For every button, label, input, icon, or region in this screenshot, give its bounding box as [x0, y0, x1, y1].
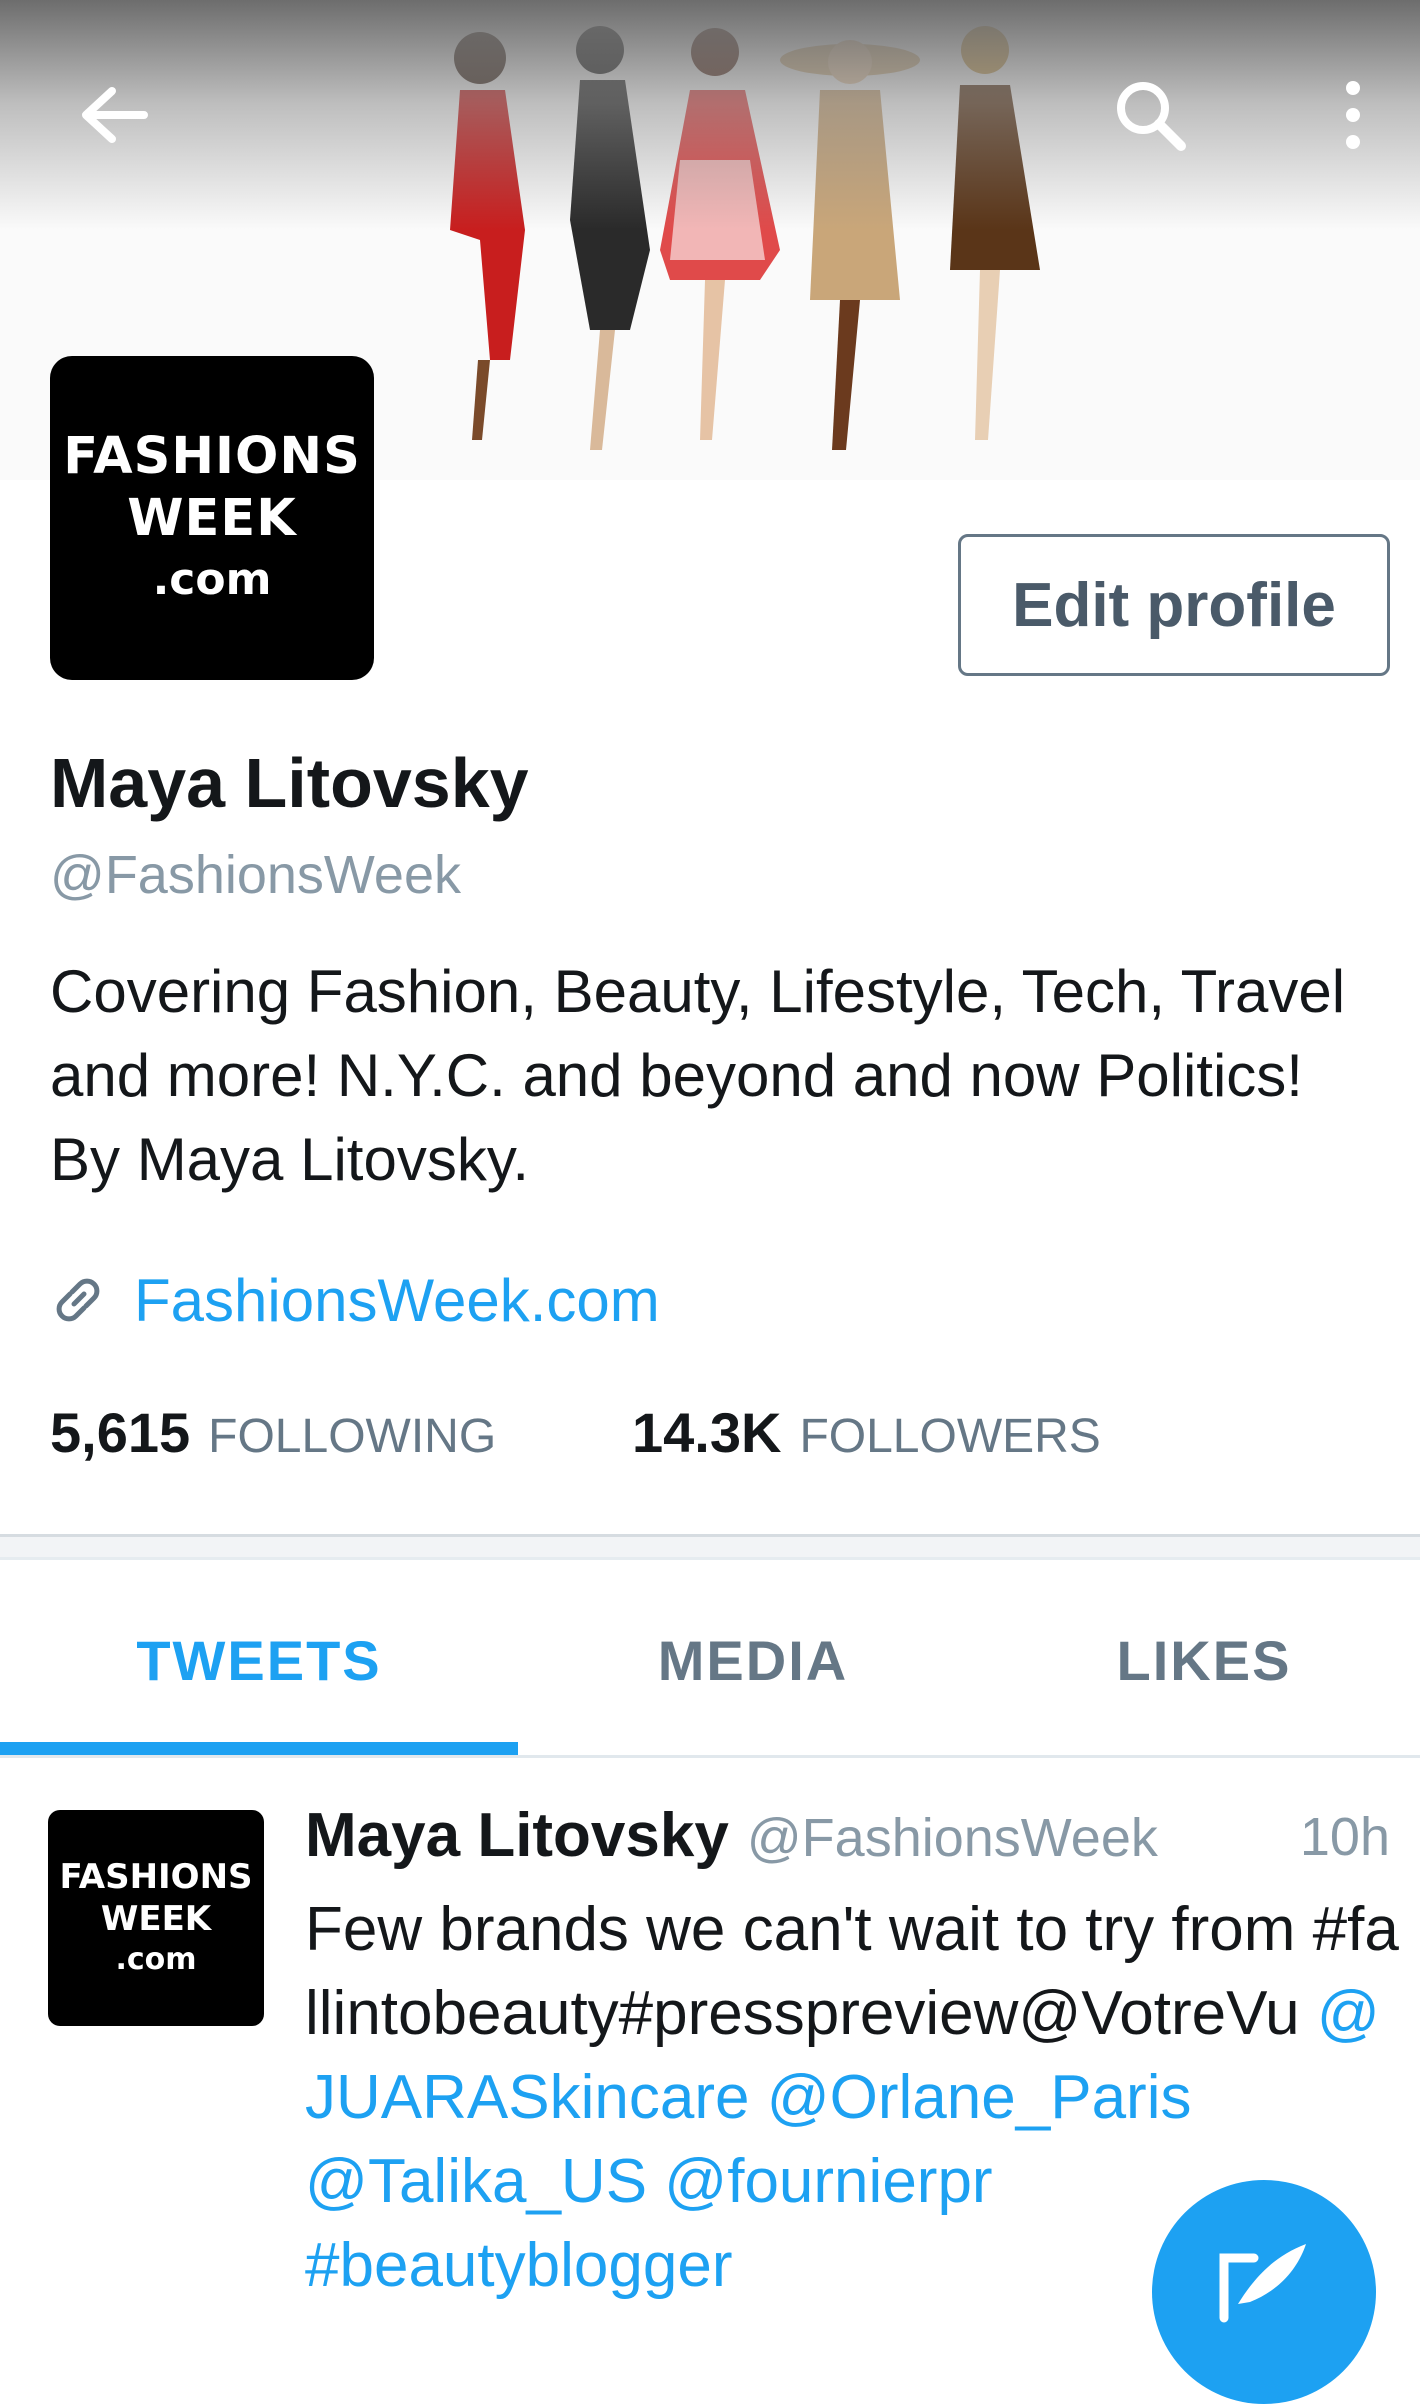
- avatar-text-line: .com: [152, 554, 272, 605]
- avatar-text-line: WEEK: [127, 489, 297, 548]
- following-stat[interactable]: 5,615 FOLLOWING: [50, 1400, 496, 1470]
- avatar-text-line: FASHIONS: [63, 427, 361, 486]
- search-icon[interactable]: [1105, 70, 1195, 160]
- bio-line: and more! N.Y.C. and beyond and now Poli…: [50, 1042, 1303, 1109]
- section-divider: [0, 1534, 1420, 1560]
- followers-count: 14.3K: [632, 1401, 782, 1464]
- tweet-hashtag[interactable]: #beautyblogger: [305, 2231, 732, 2300]
- banner-gradient: [0, 0, 1420, 230]
- tab-tweets[interactable]: TWEETS: [0, 1562, 518, 1758]
- followers-stat[interactable]: 14.3K FOLLOWERS: [632, 1400, 1101, 1470]
- edit-profile-button[interactable]: Edit profile: [958, 534, 1390, 676]
- compose-tweet-button[interactable]: [1152, 2180, 1376, 2404]
- avatar-text-line: FASHIONS: [59, 1857, 253, 1897]
- tweet-text: Few brands we can't wait to try from #fa…: [305, 1895, 1399, 2048]
- following-count: 5,615: [50, 1401, 191, 1464]
- tweet-author-name[interactable]: Maya Litovsky: [305, 1800, 729, 1871]
- tweet-mentions[interactable]: @Talika_US @fournierpr: [305, 2147, 993, 2216]
- following-label: FOLLOWING: [208, 1410, 497, 1463]
- profile-bio: Covering Fashion, Beauty, Lifestyle, Tec…: [50, 950, 1390, 1202]
- tab-likes[interactable]: LIKES: [988, 1562, 1420, 1758]
- arrow-left-icon[interactable]: [68, 70, 158, 160]
- tweet-avatar[interactable]: FASHIONS WEEK .com: [48, 1810, 264, 2026]
- profile-avatar[interactable]: FASHIONS WEEK .com: [50, 356, 374, 680]
- vertical-dots-icon[interactable]: [1308, 70, 1398, 160]
- active-tab-indicator: [0, 1742, 518, 1755]
- tweet-timestamp: 10h: [1299, 1807, 1390, 1867]
- followers-label: FOLLOWERS: [799, 1410, 1101, 1463]
- website-link[interactable]: FashionsWeek.com: [50, 1262, 660, 1338]
- tweet-author-handle[interactable]: @FashionsWeek: [747, 1807, 1158, 1869]
- bio-line: By Maya Litovsky.: [50, 1126, 530, 1193]
- profile-name: Maya Litovsky: [50, 744, 529, 822]
- bio-line: Covering Fashion, Beauty, Lifestyle, Tec…: [50, 958, 1346, 1025]
- website-link-text[interactable]: FashionsWeek.com: [134, 1266, 660, 1335]
- avatar-text-line: .com: [115, 1942, 197, 1977]
- profile-tabs: TWEETS MEDIA LIKES: [0, 1562, 1420, 1758]
- tweet-header: Maya Litovsky @FashionsWeek: [305, 1800, 1158, 1880]
- avatar-text-line: WEEK: [100, 1899, 212, 1939]
- profile-handle: @FashionsWeek: [50, 845, 461, 905]
- link-chain-icon: [56, 1278, 100, 1322]
- tab-media[interactable]: MEDIA: [518, 1562, 988, 1758]
